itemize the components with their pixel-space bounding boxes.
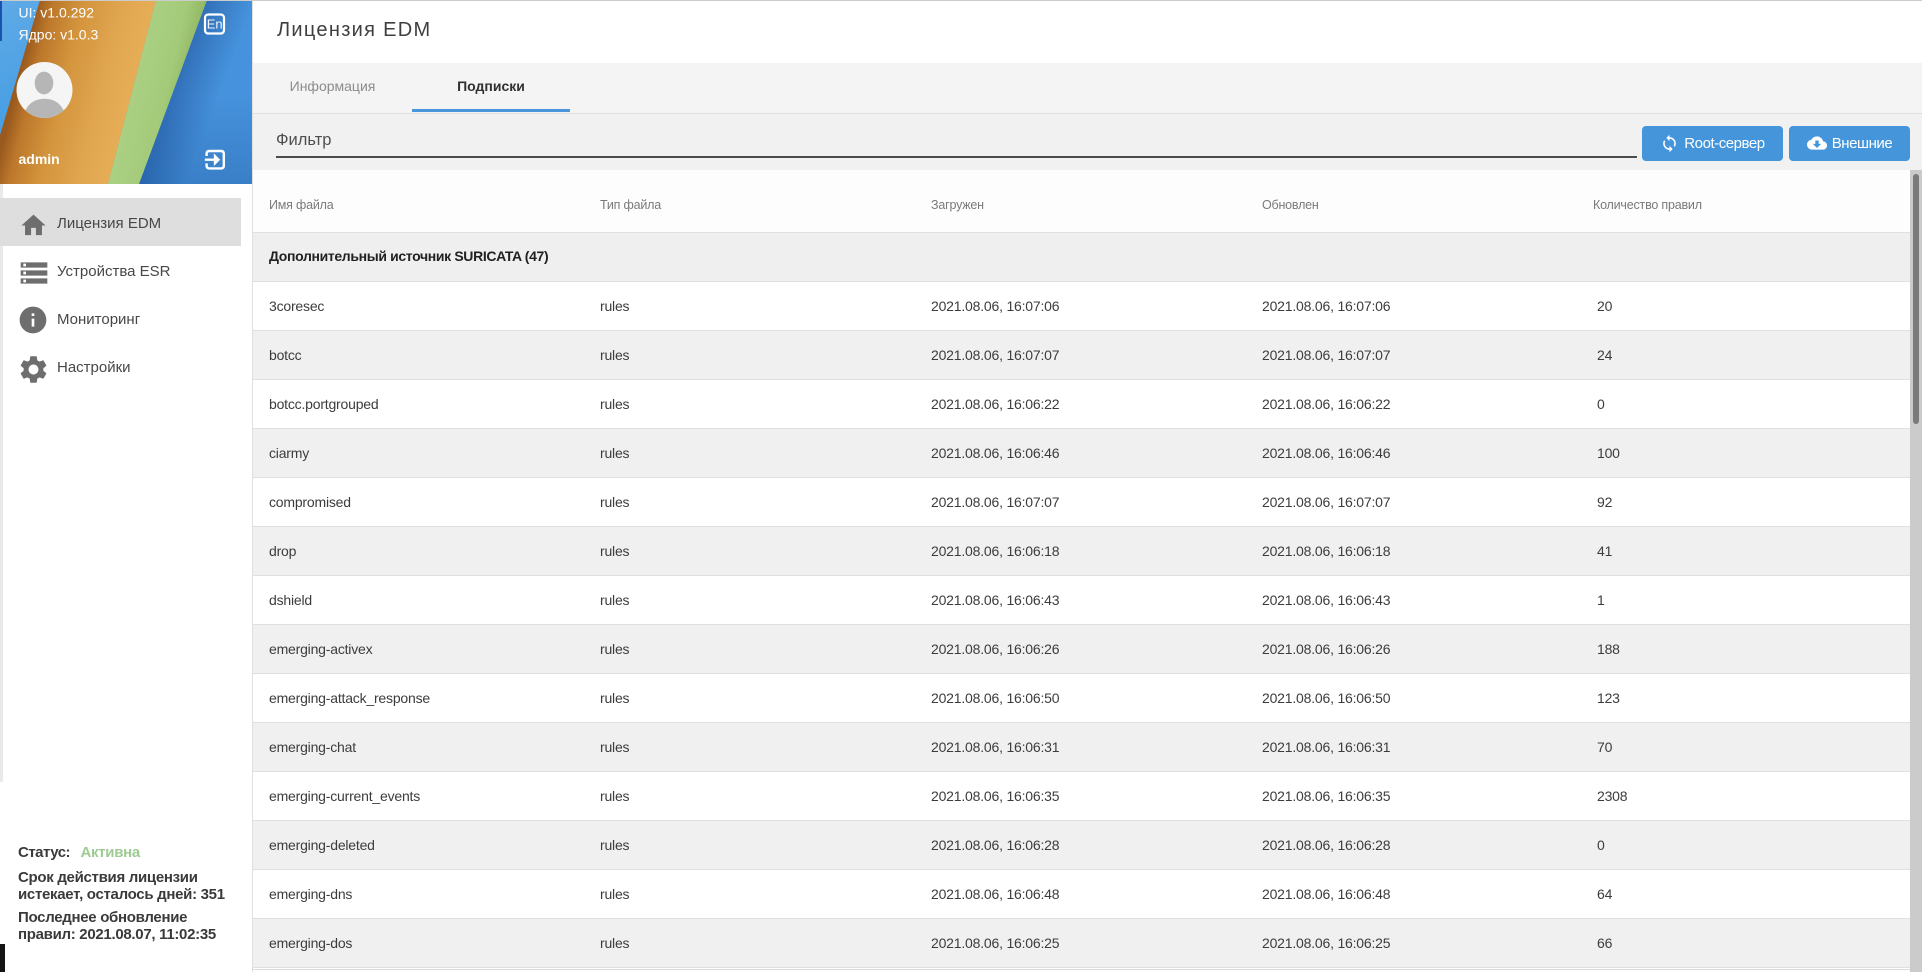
svg-text:En: En <box>207 17 223 32</box>
svg-text:UI: v1.0.292: UI: v1.0.292 <box>19 4 95 20</box>
svg-text:Ядро: v1.0.3: Ядро: v1.0.3 <box>19 26 99 42</box>
svg-text:admin: admin <box>19 151 60 167</box>
